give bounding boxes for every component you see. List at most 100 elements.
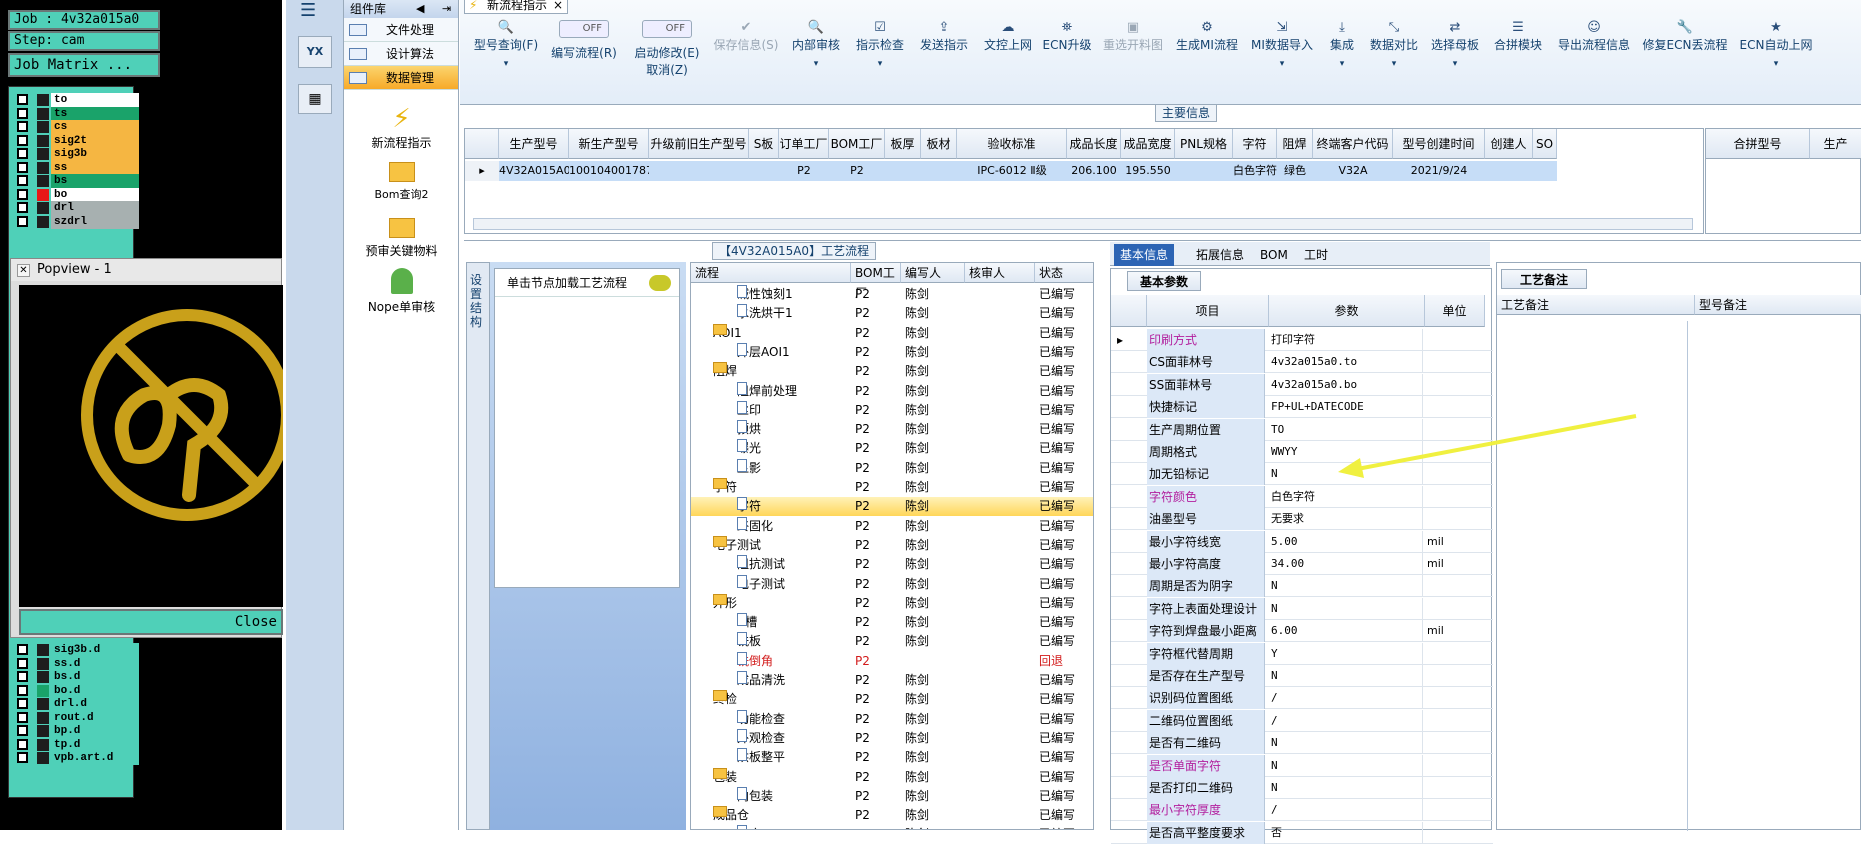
category-data-management[interactable]: 数据管理 <box>344 66 458 90</box>
yx-logo-icon[interactable]: YX <box>298 36 332 68</box>
column-header[interactable]: S板 <box>749 129 779 159</box>
layer-row[interactable]: bo.d <box>13 683 139 698</box>
category-design-algorithm[interactable]: 设计算法 <box>344 42 458 66</box>
grid-cell[interactable]: V32A <box>1313 161 1393 181</box>
grid-cell[interactable]: 206.100 <box>1067 161 1121 181</box>
column-header[interactable]: 生产型号 <box>499 129 569 159</box>
generate-mi-process-button[interactable]: ⚙ 生成MI流程 <box>1172 20 1242 100</box>
grid-cell[interactable]: 4V32A015A0 <box>499 161 569 181</box>
param-row[interactable]: 油墨型号 无要求 <box>1111 508 1493 531</box>
model-query-button[interactable]: 🔍 型号查询(F) ▾ <box>470 20 542 100</box>
layer-checkbox[interactable] <box>17 202 28 213</box>
layer-checkbox[interactable] <box>17 175 28 186</box>
column-header[interactable]: 验收标准 <box>957 129 1067 159</box>
param-value[interactable]: 打印字符 <box>1269 329 1423 351</box>
param-row[interactable]: CS面菲林号 4v32a015a0.to <box>1111 351 1493 374</box>
layer-checkbox[interactable] <box>17 188 28 200</box>
tab-work-hours[interactable]: 工时 <box>1298 244 1334 266</box>
tab-basic-info[interactable]: 基本信息 <box>1114 244 1175 266</box>
select-mother-board-button[interactable]: ⇄ 选择母板 ▾ <box>1426 20 1484 100</box>
pin-icon[interactable]: ⇥ <box>442 0 451 18</box>
doc-tab[interactable]: ⚡ 新流程指示 × <box>464 0 569 14</box>
reselect-cut-map-button[interactable]: ▣ 重选开料图 <box>1098 20 1168 100</box>
param-row[interactable]: 字符到焊盘最小距离 6.00 mil <box>1111 620 1493 643</box>
tree-row[interactable]: 预烘 P2 陈剑 已编写 <box>691 420 1093 439</box>
param-row[interactable]: 是否高平整度要求否 <box>1111 821 1493 844</box>
param-value[interactable]: N <box>1269 732 1423 755</box>
layer-checkbox[interactable] <box>17 148 28 159</box>
column-header[interactable]: 字符 <box>1233 129 1277 159</box>
param-row[interactable]: 最小字符厚度 / <box>1111 799 1493 822</box>
export-process-info-button[interactable]: ☺ 导出流程信息 <box>1552 20 1636 100</box>
tree-row[interactable]: −字符 P2 陈剑 已编写 <box>691 478 1093 497</box>
tree-row[interactable]: −成品仓 P2 陈剑 已编写 <box>691 806 1093 825</box>
integrate-button[interactable]: ⤓ 集成 ▾ <box>1322 20 1362 100</box>
grid-cell[interactable]: 195.550 <box>1121 161 1175 181</box>
tree-row[interactable]: V槽 P2 陈剑 已编写 <box>691 613 1093 632</box>
layer-row[interactable]: sig3b.d <box>13 643 139 657</box>
param-value[interactable]: 5.00 <box>1269 530 1423 553</box>
tree-row[interactable]: 内包装 P2 陈剑 已编写 <box>691 786 1093 806</box>
layer-row[interactable]: drl.d <box>13 697 139 711</box>
layer-checkbox[interactable] <box>17 94 28 105</box>
param-row[interactable]: 是否单面字符 N <box>1111 754 1493 777</box>
layer-checkbox[interactable] <box>17 161 28 173</box>
column-header[interactable]: 项目 <box>1147 295 1269 327</box>
tool-pre-review[interactable]: 预审关键物料 <box>344 218 459 259</box>
tree-row[interactable]: 曝光 P2 陈剑 已编写 <box>691 439 1093 458</box>
param-row[interactable]: 字符颜色 白色字符 <box>1111 485 1493 508</box>
mi-data-import-button[interactable]: ⇲ MI数据导入 ▾ <box>1246 20 1318 100</box>
tree-row[interactable]: 外层AOI1 P2 陈剑 已编写 <box>691 342 1093 362</box>
tree-row[interactable]: 入库 P2 陈剑 已编写 <box>691 825 1093 829</box>
column-header[interactable]: 成品长度 <box>1067 129 1121 159</box>
param-value[interactable]: Y <box>1269 642 1423 665</box>
layer-checkbox[interactable] <box>17 725 28 736</box>
column-header[interactable]: 单位 <box>1425 295 1485 327</box>
tree-row[interactable]: 烘板整平 P2 陈剑 已编写 <box>691 748 1093 767</box>
tree-row[interactable]: 阻抗测试 P2 陈剑 已编写 <box>691 555 1093 574</box>
close-button[interactable]: Close <box>19 609 283 635</box>
layer-row[interactable]: tp.d <box>13 737 139 752</box>
tree-row[interactable]: 功能检查 P2 陈剑 已编写 <box>691 709 1093 729</box>
param-value[interactable]: 无要求 <box>1269 508 1423 531</box>
grid-cell[interactable]: 2021/9/24 <box>1393 161 1485 181</box>
tool-new-process[interactable]: ⚡ 新流程指示 <box>344 104 459 151</box>
column-header[interactable]: 状态 <box>1035 263 1093 283</box>
write-process-button[interactable]: OFF 编写流程(R) <box>546 20 622 100</box>
tree-row[interactable]: 铣板 P2 陈剑 已编写 <box>691 632 1093 651</box>
tree-row[interactable]: −AOI1 P2 陈剑 已编写 <box>691 323 1093 343</box>
horizontal-scrollbar[interactable] <box>473 218 1693 230</box>
column-header[interactable]: 终端客户代码 <box>1313 129 1393 159</box>
column-header[interactable]: SO <box>1533 129 1557 159</box>
tree-row[interactable]: 字符 P2 陈剑 已编写 <box>691 497 1093 517</box>
tree-row[interactable]: 水洗烘干1 P2 陈剑 已编写 <box>691 304 1093 323</box>
column-header[interactable]: 工艺备注 <box>1497 295 1695 315</box>
param-value[interactable]: / <box>1269 687 1423 710</box>
repair-ecn-button[interactable]: 🔧 修复ECN丢流程 <box>1640 20 1730 100</box>
param-value[interactable]: N <box>1269 754 1423 777</box>
layer-row[interactable]: vpb.art.d <box>13 751 139 765</box>
merge-module-button[interactable]: ☰ 合拼模块 <box>1488 20 1548 100</box>
ecn-upgrade-button[interactable]: ⛯ ECN升级 <box>1040 20 1094 100</box>
send-instruction-button[interactable]: ⇪ 发送指示 <box>914 20 974 100</box>
column-header[interactable]: 订单工厂 <box>779 129 829 159</box>
grid-cell[interactable] <box>649 161 749 181</box>
tree-row[interactable]: 铣倒角 P2 回退 <box>691 651 1093 671</box>
layer-row[interactable]: drl <box>13 201 139 215</box>
column-header[interactable]: PNL规格 <box>1175 129 1233 159</box>
column-header[interactable]: 合拼型号 <box>1706 129 1810 159</box>
start-modify-button[interactable]: OFF 启动修改(E) 取消(Z) <box>628 20 706 100</box>
tree-row[interactable]: −阻焊 P2 陈剑 已编写 <box>691 362 1093 381</box>
tab-bom[interactable]: BOM <box>1254 244 1294 266</box>
grid-cell[interactable]: P2 <box>829 161 885 181</box>
column-header[interactable]: 型号创建时间 <box>1393 129 1485 159</box>
instruction-check-button[interactable]: ☑ 指示检查 ▾ <box>850 20 910 100</box>
tree-row[interactable]: −终检 P2 陈剑 已编写 <box>691 690 1093 709</box>
layer-row[interactable]: bo <box>13 187 139 202</box>
ecn-auto-online-button[interactable]: ★ ECN自动上网 ▾ <box>1734 20 1818 100</box>
column-header[interactable]: BOM工厂 <box>851 263 901 300</box>
layer-checkbox[interactable] <box>17 684 28 696</box>
column-header[interactable]: 流程 <box>691 263 851 283</box>
cancel-label[interactable]: 取消(Z) <box>628 61 706 78</box>
param-row[interactable]: 是否打印二维码 N <box>1111 777 1493 799</box>
